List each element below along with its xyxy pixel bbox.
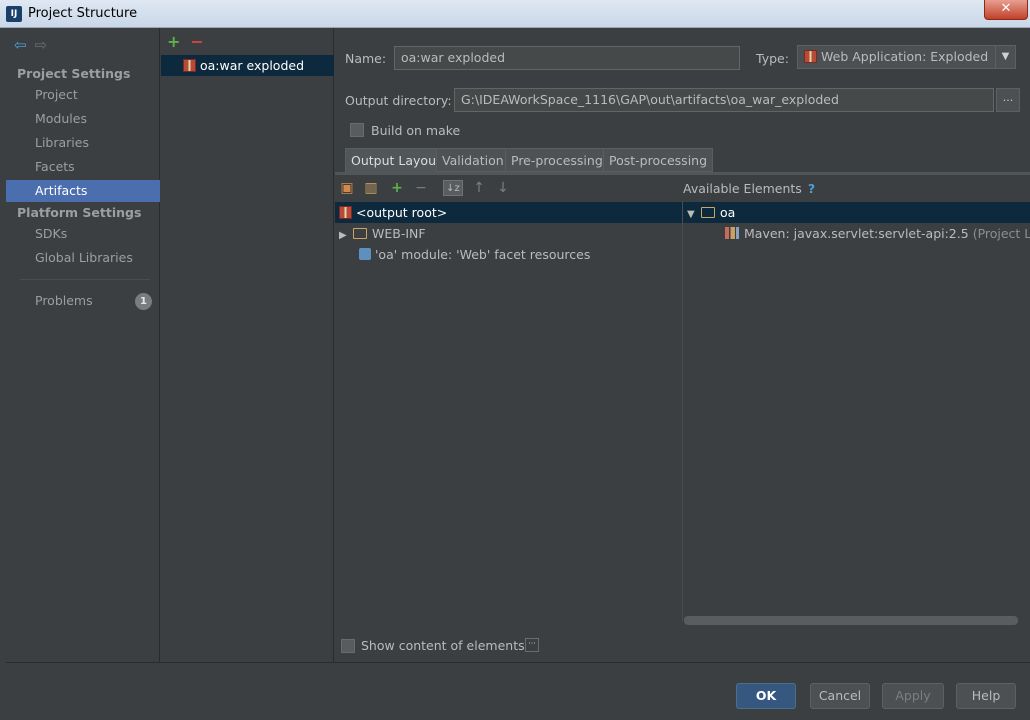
browse-button[interactable]: ... xyxy=(996,88,1020,112)
sidebar-item-facets[interactable]: Facets xyxy=(6,156,160,178)
tree-row-web-inf[interactable]: ▶ WEB-INF xyxy=(339,223,426,244)
chevron-down-icon: ▼ xyxy=(995,46,1015,68)
ok-button[interactable]: OK xyxy=(736,683,796,709)
add-artifact-icon[interactable]: + xyxy=(167,32,180,51)
show-content-checkbox[interactable] xyxy=(341,639,355,653)
build-on-make-checkbox[interactable] xyxy=(350,123,364,137)
cancel-button[interactable]: Cancel xyxy=(810,683,870,709)
problems-label: Problems xyxy=(35,293,93,308)
remove-element-icon[interactable]: − xyxy=(413,180,429,196)
name-label: Name: xyxy=(345,51,387,66)
create-directory-icon[interactable]: ▣ xyxy=(339,180,355,196)
web-inf-label: WEB-INF xyxy=(372,226,426,241)
move-down-icon[interactable]: ↓ xyxy=(495,180,511,196)
output-layout-tree: <output root> ▶ WEB-INF 'oa' module: 'Web… xyxy=(335,201,682,621)
type-select[interactable]: Web Application: Exploded ▼ xyxy=(797,45,1016,69)
window-title: Project Structure xyxy=(28,6,138,21)
artifact-item-label: oa:war exploded xyxy=(200,58,304,73)
library-icon xyxy=(725,227,739,239)
web-app-icon xyxy=(804,50,817,63)
create-archive-icon[interactable]: ▥ xyxy=(363,180,379,196)
tab-post-processing[interactable]: Post-processing xyxy=(603,148,714,172)
module-oa-label: oa xyxy=(720,205,736,220)
layout-toolbar: ▣ ▥ + − ↓z ↑ ↓ Available Elements? xyxy=(335,175,1030,201)
intellij-icon: IJ xyxy=(6,6,22,22)
sidebar-item-project[interactable]: Project xyxy=(6,84,160,106)
tab-validation[interactable]: Validation xyxy=(436,148,510,172)
artifact-list-panel: + − oa:war exploded xyxy=(161,28,334,662)
remove-artifact-icon[interactable]: − xyxy=(190,32,203,51)
name-field[interactable]: oa:war exploded xyxy=(394,46,740,70)
type-label: Type: xyxy=(756,51,789,66)
settings-sidebar: ⇦ ⇨ Project Settings Project Modules Libr… xyxy=(6,28,160,662)
tree-row-library[interactable]: Maven: javax.servlet:servlet-api:2.5 (Pr… xyxy=(725,223,1030,244)
sidebar-divider xyxy=(20,279,150,280)
back-arrow-icon[interactable]: ⇦ xyxy=(14,36,27,54)
library-label: Maven: javax.servlet:servlet-api:2.5 xyxy=(744,226,969,241)
show-content-options-button[interactable]: ··· xyxy=(525,638,539,652)
output-root-icon xyxy=(339,206,352,219)
collapse-arrow-icon[interactable]: ▼ xyxy=(687,204,701,225)
build-on-make-label: Build on make xyxy=(371,123,461,138)
dialog-button-bar: OK Cancel Apply Help xyxy=(6,662,1030,720)
tab-output-layout[interactable]: Output Layout xyxy=(345,148,447,172)
sidebar-item-modules[interactable]: Modules xyxy=(6,108,160,130)
output-root-label: <output root> xyxy=(356,205,448,220)
available-elements-header: Available Elements? xyxy=(683,181,815,196)
close-button[interactable]: ✕ xyxy=(984,0,1028,20)
sidebar-item-sdks[interactable]: SDKs xyxy=(6,223,160,245)
problems-count-badge: 1 xyxy=(135,293,152,310)
help-button[interactable]: Help xyxy=(956,683,1016,709)
help-icon[interactable]: ? xyxy=(808,181,815,196)
sidebar-item-libraries[interactable]: Libraries xyxy=(6,132,160,154)
nav-arrows: ⇦ ⇨ xyxy=(14,36,47,54)
platform-settings-header: Platform Settings xyxy=(17,205,142,220)
move-up-icon[interactable]: ↑ xyxy=(471,180,487,196)
tree-row-module-oa[interactable]: ▼ oa xyxy=(683,202,1030,223)
folder-icon xyxy=(353,228,367,239)
sidebar-item-artifacts[interactable]: Artifacts xyxy=(6,180,160,202)
artifact-list-toolbar: + − xyxy=(167,32,204,51)
tree-row-output-root[interactable]: <output root> xyxy=(335,202,682,223)
module-folder-icon xyxy=(701,207,715,218)
facet-resources-label: 'oa' module: 'Web' facet resources xyxy=(375,247,591,262)
type-select-value: Web Application: Exploded xyxy=(821,49,989,64)
title-bar: IJ Project Structure ✕ xyxy=(0,0,1030,28)
tab-pre-processing[interactable]: Pre-processing xyxy=(505,148,609,172)
war-artifact-icon xyxy=(183,59,196,72)
output-directory-label: Output directory: xyxy=(345,93,452,108)
forward-arrow-icon[interactable]: ⇨ xyxy=(35,36,48,54)
artifact-item[interactable]: oa:war exploded xyxy=(161,55,334,76)
add-copy-icon[interactable]: + xyxy=(389,180,405,196)
tree-row-facet-resources[interactable]: 'oa' module: 'Web' facet resources xyxy=(359,244,590,265)
horizontal-scrollbar[interactable] xyxy=(684,616,1018,625)
sidebar-item-problems[interactable]: Problems 1 xyxy=(6,290,160,312)
expand-arrow-icon[interactable]: ▶ xyxy=(339,225,353,246)
apply-button[interactable]: Apply xyxy=(882,683,944,709)
available-elements-tree: ▼ oa Maven: javax.servlet:servlet-api:2.5… xyxy=(682,201,1030,621)
module-icon xyxy=(359,248,371,260)
output-directory-field[interactable]: G:\IDEAWorkSpace_1116\GAP\out\artifacts\… xyxy=(454,88,994,112)
sidebar-item-global-libraries[interactable]: Global Libraries xyxy=(6,247,160,269)
show-content-label: Show content of elements xyxy=(361,638,525,653)
artifact-settings-panel: Name: oa:war exploded Type: Web Applicat… xyxy=(335,28,1030,662)
project-settings-header: Project Settings xyxy=(17,66,131,81)
available-elements-label: Available Elements xyxy=(683,181,802,196)
sort-elements-icon[interactable]: ↓z xyxy=(443,180,463,196)
library-suffix: (Project Library) xyxy=(972,226,1030,241)
